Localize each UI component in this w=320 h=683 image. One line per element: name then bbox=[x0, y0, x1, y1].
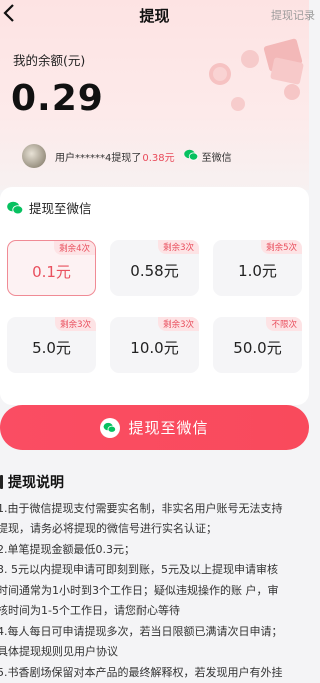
rule-line: 2.单笔提现金额最低0.3元； bbox=[0, 543, 135, 556]
withdraw-options-card: 提现至微信 剩余4次 0.1元 剩余3次 0.58元 剩余5次 1.0元 剩余3… bbox=[0, 187, 309, 405]
description-header: 提现说明 bbox=[0, 472, 64, 492]
amount-label: 1.0元 bbox=[238, 262, 277, 280]
options-card-header: 提现至微信 bbox=[7, 198, 92, 217]
top-bar: 提现 提现记录 bbox=[0, 0, 315, 30]
amount-label: 10.0元 bbox=[130, 339, 179, 357]
amount-label: 50.0元 bbox=[233, 339, 282, 357]
amount-label: 0.1元 bbox=[32, 263, 71, 281]
amount-option-10.0[interactable]: 剩余3次 10.0元 bbox=[110, 317, 199, 373]
rule-line: 时间通常为1小时到3个工作日；疑似违规操作的账 户，审 bbox=[0, 584, 279, 597]
rule-line: 具体提现规则见用户协议 bbox=[0, 645, 118, 658]
amount-option-1.0[interactable]: 剩余5次 1.0元 bbox=[213, 240, 302, 296]
ticker-suffix: 至微信 bbox=[201, 152, 232, 164]
withdraw-to-wechat-button[interactable]: 提现至微信 bbox=[0, 405, 309, 450]
ticker-text: 用户******4提现了 bbox=[55, 152, 142, 164]
remaining-badge: 不限次 bbox=[266, 317, 302, 331]
amount-label: 5.0元 bbox=[32, 339, 71, 357]
options-card-title: 提现至微信 bbox=[29, 201, 92, 216]
avatar bbox=[22, 144, 46, 168]
section-bar bbox=[0, 475, 3, 489]
amount-label: 0.58元 bbox=[130, 262, 179, 280]
rule-line: 提现，请务必将提现的微信号进行实名认证； bbox=[0, 522, 217, 535]
rule-line: 1.由于微信提现支付需要实名制，非实名用户账号无法支持 bbox=[0, 502, 283, 515]
withdraw-button-label: 提现至微信 bbox=[128, 419, 209, 437]
remaining-badge: 剩余3次 bbox=[55, 317, 96, 331]
remaining-badge: 剩余3次 bbox=[158, 317, 199, 331]
balance-label: 我的余额(元) bbox=[13, 53, 86, 68]
amount-option-0.1[interactable]: 剩余4次 0.1元 bbox=[7, 240, 96, 296]
wechat-icon bbox=[100, 417, 121, 438]
ticker-amount: 0.38元 bbox=[142, 152, 175, 164]
wechat-icon bbox=[183, 149, 198, 164]
description-title: 提现说明 bbox=[8, 475, 64, 491]
withdraw-ticker: 用户******4提现了 0.38元 至微信 bbox=[22, 142, 287, 170]
withdraw-records-link[interactable]: 提现记录 bbox=[271, 7, 315, 23]
amount-option-5.0[interactable]: 剩余3次 5.0元 bbox=[7, 317, 96, 373]
balance-header: 提现 提现记录 我的余额(元) 0.29 用户******4提现了 0.38元 … bbox=[0, 0, 315, 190]
coins-decoration-icon bbox=[209, 38, 304, 111]
rule-line: 4.每人每日可申请提现多次，若当日限额已满请次日申请； bbox=[0, 625, 283, 638]
rule-line: 5.书香剧场保留对本产品的最终解释权，若发现用户有外挂 bbox=[0, 666, 283, 679]
amount-option-50.0[interactable]: 不限次 50.0元 bbox=[213, 317, 302, 373]
page-title: 提现 bbox=[139, 7, 170, 25]
balance-amount: 0.29 bbox=[11, 78, 104, 119]
wechat-icon bbox=[7, 201, 23, 214]
remaining-badge: 剩余5次 bbox=[261, 240, 302, 254]
rule-line: 核时间为1-5个工作日，请您耐心等待 bbox=[0, 604, 180, 617]
remaining-badge: 剩余4次 bbox=[54, 241, 95, 255]
remaining-badge: 剩余3次 bbox=[158, 240, 199, 254]
rule-line: 3. 5元以内提现申请可即刻到账，5元及以上提现申请审核 bbox=[0, 563, 278, 576]
amount-option-0.58[interactable]: 剩余3次 0.58元 bbox=[110, 240, 199, 296]
